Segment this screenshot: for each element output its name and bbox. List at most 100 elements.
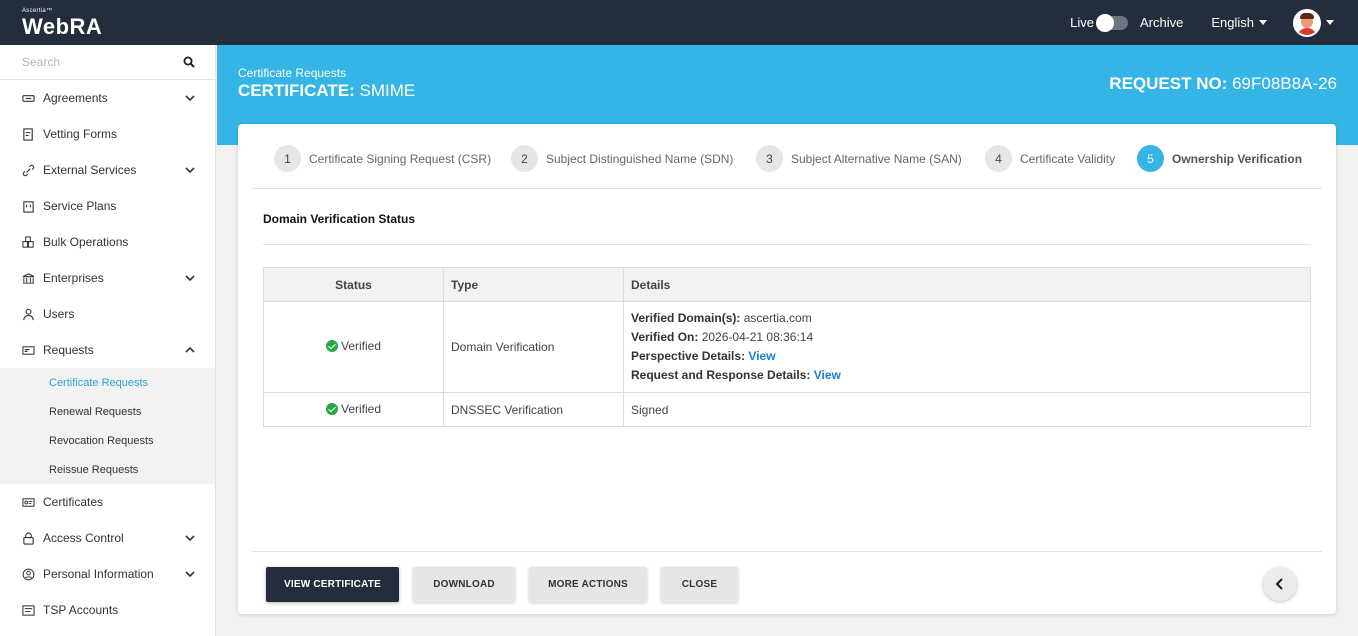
sidebar-item-personal-information[interactable]: Personal Information [0,556,215,592]
status-cell: Verified [263,392,444,427]
chevron-down-icon [185,95,195,102]
column-header-status: Status [263,267,444,302]
breadcrumb[interactable]: Certificate Requests [238,66,346,80]
sidebar: Agreements Vetting Forms External Servic… [0,45,216,636]
detail-label: Verified On: [631,330,699,344]
sidebar-subitem-revocation-requests[interactable]: Revocation Requests [0,426,215,455]
sidebar-subitem-certificate-requests[interactable]: Certificate Requests [0,368,215,397]
view-certificate-button[interactable]: VIEW CERTIFICATE [266,567,399,602]
status-badge: Verified [325,339,381,353]
sidebar-item-label: Requests [43,343,94,357]
sidebar-item-access-control[interactable]: Access Control [0,520,215,556]
step-label: Subject Distinguished Name (SDN) [546,151,734,166]
sidebar-item-label: External Services [43,163,137,177]
details-cell: Verified Domain(s): ascertia.com Verifie… [623,301,1311,393]
back-button[interactable] [1263,567,1297,601]
chevron-down-icon [185,535,195,542]
sidebar-subitem-renewal-requests[interactable]: Renewal Requests [0,397,215,426]
certificate-icon [22,497,35,507]
type-cell: Domain Verification [443,301,624,393]
step-sdn[interactable]: 2 Subject Distinguished Name (SDN) [511,145,733,172]
language-selector[interactable]: English [1211,15,1267,30]
status-cell: Verified [263,301,444,393]
sidebar-item-label: Users [43,307,75,321]
page-title: CERTIFICATE: SMIME [238,81,415,101]
more-actions-button[interactable]: MORE ACTIONS [529,567,647,602]
sidebar-search [0,45,215,80]
step-label: Certificate Signing Request (CSR) [309,151,492,166]
step-certificate-validity[interactable]: 4 Certificate Validity [985,145,1115,172]
handshake-icon [22,94,35,102]
search-icon[interactable] [183,56,195,68]
app-logo[interactable]: Ascertia™ WebRA [22,8,102,39]
person-circle-icon [22,568,35,580]
step-ownership-verification[interactable]: 5 Ownership Verification [1137,145,1302,172]
column-header-details: Details [623,267,1311,302]
bank-icon [22,272,35,284]
verification-table: Status Type Details Verified Domain Veri… [263,267,1311,427]
details-cell: Signed [623,392,1311,427]
sidebar-item-vetting-forms[interactable]: Vetting Forms [0,116,215,152]
download-button[interactable]: DOWNLOAD [413,567,515,602]
divider [263,244,1311,245]
user-menu[interactable] [1293,8,1334,37]
table-row: Verified DNSSEC Verification Signed [263,392,1311,427]
sidebar-subitem-reissue-requests[interactable]: Reissue Requests [0,455,215,484]
sidebar-item-label: Personal Information [43,567,154,581]
step-csr[interactable]: 1 Certificate Signing Request (CSR) [274,145,491,172]
perspective-view-link[interactable]: View [748,349,775,363]
check-circle-icon [325,402,338,415]
sidebar-item-tsp-accounts[interactable]: TSP Accounts [0,592,215,628]
form-icon [23,127,33,141]
step-label: Subject Alternative Name (SAN) [791,151,962,166]
status-text: Verified [340,401,382,416]
divider [252,551,1322,552]
top-right-controls: Live Archive English [1070,0,1334,45]
title-prefix: CERTIFICATE: [238,81,355,100]
caret-down-icon [1326,20,1334,25]
stepper: 1 Certificate Signing Request (CSR) 2 Su… [252,124,1322,189]
detail-perspective: Perspective Details: View [631,347,1310,366]
check-circle-icon [325,340,338,352]
section-title: Domain Verification Status [263,212,416,226]
chevron-down-icon [185,275,195,282]
language-label: English [1211,15,1254,30]
close-button[interactable]: CLOSE [661,567,738,602]
request-response-view-link[interactable]: View [814,368,841,382]
detail-label: Request and Response Details: [631,368,811,382]
status-badge: Verified [325,401,382,416]
detail-label: Perspective Details: [631,349,746,363]
brand-name: WebRA [22,14,103,39]
main-card: 1 Certificate Signing Request (CSR) 2 Su… [238,124,1336,614]
live-label: Live [1070,15,1094,30]
step-number: 2 [511,145,538,172]
type-cell: DNSSEC Verification [443,392,624,427]
step-san[interactable]: 3 Subject Alternative Name (SAN) [756,145,962,172]
sidebar-item-label: Vetting Forms [43,127,118,141]
sidebar-item-label: TSP Accounts [43,603,119,617]
sidebar-item-label: Access Control [43,531,124,545]
step-number: 4 [985,145,1012,172]
sidebar-item-enterprises[interactable]: Enterprises [0,260,215,296]
request-value: 69F08B8A-26 [1232,74,1337,93]
sidebar-item-label: Agreements [43,91,108,105]
step-number: 5 [1137,145,1164,172]
step-label: Ownership Verification [1172,151,1303,166]
link-icon [22,164,35,176]
sidebar-item-external-services[interactable]: External Services [0,152,215,188]
request-number: REQUEST NO: 69F08B8A-26 [1109,74,1337,94]
live-archive-toggle[interactable] [1096,13,1128,32]
detail-verified-domains: Verified Domain(s): ascertia.com [631,309,1310,328]
sidebar-item-requests[interactable]: Requests [0,332,215,368]
chevron-down-icon [185,571,195,578]
sidebar-item-agreements[interactable]: Agreements [0,80,215,116]
chevron-down-icon [185,167,195,174]
request-prefix: REQUEST NO: [1109,74,1228,93]
sidebar-item-bulk-operations[interactable]: Bulk Operations [0,224,215,260]
detail-value: ascertia.com [743,311,812,325]
sidebar-item-service-plans[interactable]: Service Plans [0,188,215,224]
sidebar-item-users[interactable]: Users [0,296,215,332]
step-number: 3 [756,145,783,172]
sidebar-item-certificates[interactable]: Certificates [0,484,215,520]
toggle-knob [1096,13,1114,32]
